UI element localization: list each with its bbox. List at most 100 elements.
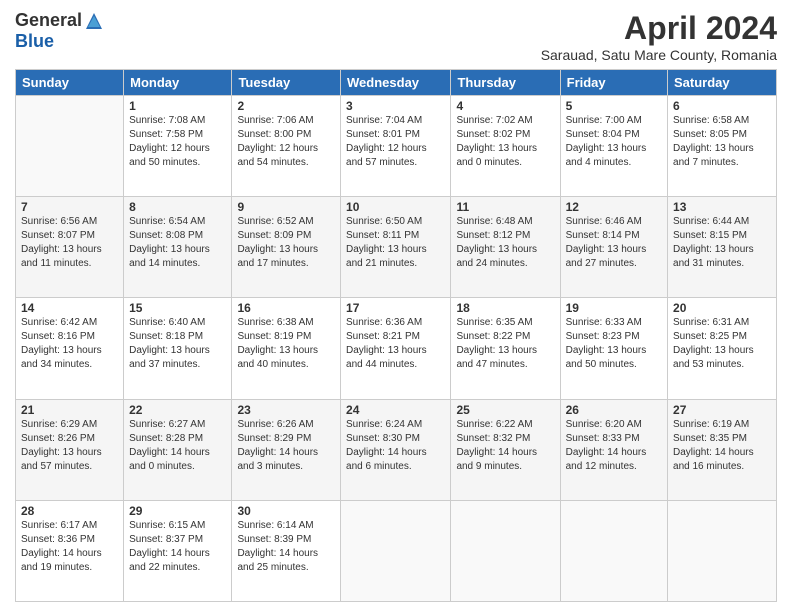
day-info: Sunrise: 7:06 AMSunset: 8:00 PMDaylight:…: [237, 114, 335, 170]
day-number: 3: [346, 99, 445, 113]
day-info: Sunrise: 6:14 AMSunset: 8:39 PMDaylight:…: [237, 519, 335, 575]
logo-blue-text: Blue: [15, 31, 54, 52]
day-number: 18: [456, 301, 554, 315]
col-saturday: Saturday: [668, 70, 777, 96]
table-row: 5Sunrise: 7:00 AMSunset: 8:04 PMDaylight…: [560, 96, 667, 197]
day-number: 26: [566, 403, 662, 417]
title-block: April 2024 Sarauad, Satu Mare County, Ro…: [541, 10, 777, 63]
table-row: 19Sunrise: 6:33 AMSunset: 8:23 PMDayligh…: [560, 298, 667, 399]
day-number: 20: [673, 301, 771, 315]
day-number: 4: [456, 99, 554, 113]
day-info: Sunrise: 6:54 AMSunset: 8:08 PMDaylight:…: [129, 215, 226, 271]
calendar-week-row: 28Sunrise: 6:17 AMSunset: 8:36 PMDayligh…: [16, 500, 777, 601]
day-info: Sunrise: 6:27 AMSunset: 8:28 PMDaylight:…: [129, 418, 226, 474]
day-number: 27: [673, 403, 771, 417]
day-info: Sunrise: 7:08 AMSunset: 7:58 PMDaylight:…: [129, 114, 226, 170]
day-info: Sunrise: 6:46 AMSunset: 8:14 PMDaylight:…: [566, 215, 662, 271]
calendar: Sunday Monday Tuesday Wednesday Thursday…: [15, 69, 777, 602]
day-info: Sunrise: 6:50 AMSunset: 8:11 PMDaylight:…: [346, 215, 445, 271]
day-number: 9: [237, 200, 335, 214]
table-row: 27Sunrise: 6:19 AMSunset: 8:35 PMDayligh…: [668, 399, 777, 500]
day-info: Sunrise: 6:19 AMSunset: 8:35 PMDaylight:…: [673, 418, 771, 474]
day-number: 29: [129, 504, 226, 518]
page: General Blue April 2024 Sarauad, Satu Ma…: [0, 0, 792, 612]
day-number: 12: [566, 200, 662, 214]
day-number: 6: [673, 99, 771, 113]
table-row: 4Sunrise: 7:02 AMSunset: 8:02 PMDaylight…: [451, 96, 560, 197]
month-title: April 2024: [541, 10, 777, 47]
table-row: 10Sunrise: 6:50 AMSunset: 8:11 PMDayligh…: [341, 197, 451, 298]
day-info: Sunrise: 6:48 AMSunset: 8:12 PMDaylight:…: [456, 215, 554, 271]
table-row: [341, 500, 451, 601]
calendar-week-row: 21Sunrise: 6:29 AMSunset: 8:26 PMDayligh…: [16, 399, 777, 500]
col-wednesday: Wednesday: [341, 70, 451, 96]
day-info: Sunrise: 6:20 AMSunset: 8:33 PMDaylight:…: [566, 418, 662, 474]
day-info: Sunrise: 7:00 AMSunset: 8:04 PMDaylight:…: [566, 114, 662, 170]
day-number: 22: [129, 403, 226, 417]
table-row: 23Sunrise: 6:26 AMSunset: 8:29 PMDayligh…: [232, 399, 341, 500]
day-info: Sunrise: 6:52 AMSunset: 8:09 PMDaylight:…: [237, 215, 335, 271]
day-info: Sunrise: 6:15 AMSunset: 8:37 PMDaylight:…: [129, 519, 226, 575]
day-info: Sunrise: 6:24 AMSunset: 8:30 PMDaylight:…: [346, 418, 445, 474]
logo: General Blue: [15, 10, 104, 52]
day-info: Sunrise: 6:36 AMSunset: 8:21 PMDaylight:…: [346, 316, 445, 372]
day-number: 23: [237, 403, 335, 417]
day-number: 15: [129, 301, 226, 315]
day-info: Sunrise: 6:40 AMSunset: 8:18 PMDaylight:…: [129, 316, 226, 372]
table-row: 25Sunrise: 6:22 AMSunset: 8:32 PMDayligh…: [451, 399, 560, 500]
col-friday: Friday: [560, 70, 667, 96]
table-row: [16, 96, 124, 197]
logo-general-text: General: [15, 10, 82, 31]
table-row: 13Sunrise: 6:44 AMSunset: 8:15 PMDayligh…: [668, 197, 777, 298]
day-number: 25: [456, 403, 554, 417]
table-row: 18Sunrise: 6:35 AMSunset: 8:22 PMDayligh…: [451, 298, 560, 399]
day-info: Sunrise: 6:56 AMSunset: 8:07 PMDaylight:…: [21, 215, 118, 271]
table-row: 11Sunrise: 6:48 AMSunset: 8:12 PMDayligh…: [451, 197, 560, 298]
calendar-week-row: 14Sunrise: 6:42 AMSunset: 8:16 PMDayligh…: [16, 298, 777, 399]
col-tuesday: Tuesday: [232, 70, 341, 96]
table-row: 6Sunrise: 6:58 AMSunset: 8:05 PMDaylight…: [668, 96, 777, 197]
day-number: 13: [673, 200, 771, 214]
table-row: 9Sunrise: 6:52 AMSunset: 8:09 PMDaylight…: [232, 197, 341, 298]
table-row: 2Sunrise: 7:06 AMSunset: 8:00 PMDaylight…: [232, 96, 341, 197]
table-row: 26Sunrise: 6:20 AMSunset: 8:33 PMDayligh…: [560, 399, 667, 500]
day-info: Sunrise: 6:42 AMSunset: 8:16 PMDaylight:…: [21, 316, 118, 372]
table-row: 24Sunrise: 6:24 AMSunset: 8:30 PMDayligh…: [341, 399, 451, 500]
day-info: Sunrise: 6:22 AMSunset: 8:32 PMDaylight:…: [456, 418, 554, 474]
day-info: Sunrise: 6:44 AMSunset: 8:15 PMDaylight:…: [673, 215, 771, 271]
table-row: 17Sunrise: 6:36 AMSunset: 8:21 PMDayligh…: [341, 298, 451, 399]
table-row: 16Sunrise: 6:38 AMSunset: 8:19 PMDayligh…: [232, 298, 341, 399]
day-number: 8: [129, 200, 226, 214]
day-number: 17: [346, 301, 445, 315]
table-row: 30Sunrise: 6:14 AMSunset: 8:39 PMDayligh…: [232, 500, 341, 601]
table-row: 3Sunrise: 7:04 AMSunset: 8:01 PMDaylight…: [341, 96, 451, 197]
logo-icon: [84, 11, 104, 31]
day-number: 28: [21, 504, 118, 518]
calendar-header-row: Sunday Monday Tuesday Wednesday Thursday…: [16, 70, 777, 96]
calendar-week-row: 7Sunrise: 6:56 AMSunset: 8:07 PMDaylight…: [16, 197, 777, 298]
table-row: [451, 500, 560, 601]
table-row: 8Sunrise: 6:54 AMSunset: 8:08 PMDaylight…: [124, 197, 232, 298]
table-row: 29Sunrise: 6:15 AMSunset: 8:37 PMDayligh…: [124, 500, 232, 601]
table-row: [668, 500, 777, 601]
table-row: 12Sunrise: 6:46 AMSunset: 8:14 PMDayligh…: [560, 197, 667, 298]
table-row: 28Sunrise: 6:17 AMSunset: 8:36 PMDayligh…: [16, 500, 124, 601]
day-number: 14: [21, 301, 118, 315]
col-monday: Monday: [124, 70, 232, 96]
day-number: 19: [566, 301, 662, 315]
day-number: 24: [346, 403, 445, 417]
table-row: 14Sunrise: 6:42 AMSunset: 8:16 PMDayligh…: [16, 298, 124, 399]
subtitle: Sarauad, Satu Mare County, Romania: [541, 47, 777, 63]
col-sunday: Sunday: [16, 70, 124, 96]
day-number: 5: [566, 99, 662, 113]
day-number: 1: [129, 99, 226, 113]
day-info: Sunrise: 6:29 AMSunset: 8:26 PMDaylight:…: [21, 418, 118, 474]
calendar-week-row: 1Sunrise: 7:08 AMSunset: 7:58 PMDaylight…: [16, 96, 777, 197]
col-thursday: Thursday: [451, 70, 560, 96]
day-number: 10: [346, 200, 445, 214]
table-row: 22Sunrise: 6:27 AMSunset: 8:28 PMDayligh…: [124, 399, 232, 500]
day-number: 7: [21, 200, 118, 214]
day-info: Sunrise: 6:58 AMSunset: 8:05 PMDaylight:…: [673, 114, 771, 170]
day-info: Sunrise: 6:33 AMSunset: 8:23 PMDaylight:…: [566, 316, 662, 372]
day-info: Sunrise: 6:35 AMSunset: 8:22 PMDaylight:…: [456, 316, 554, 372]
